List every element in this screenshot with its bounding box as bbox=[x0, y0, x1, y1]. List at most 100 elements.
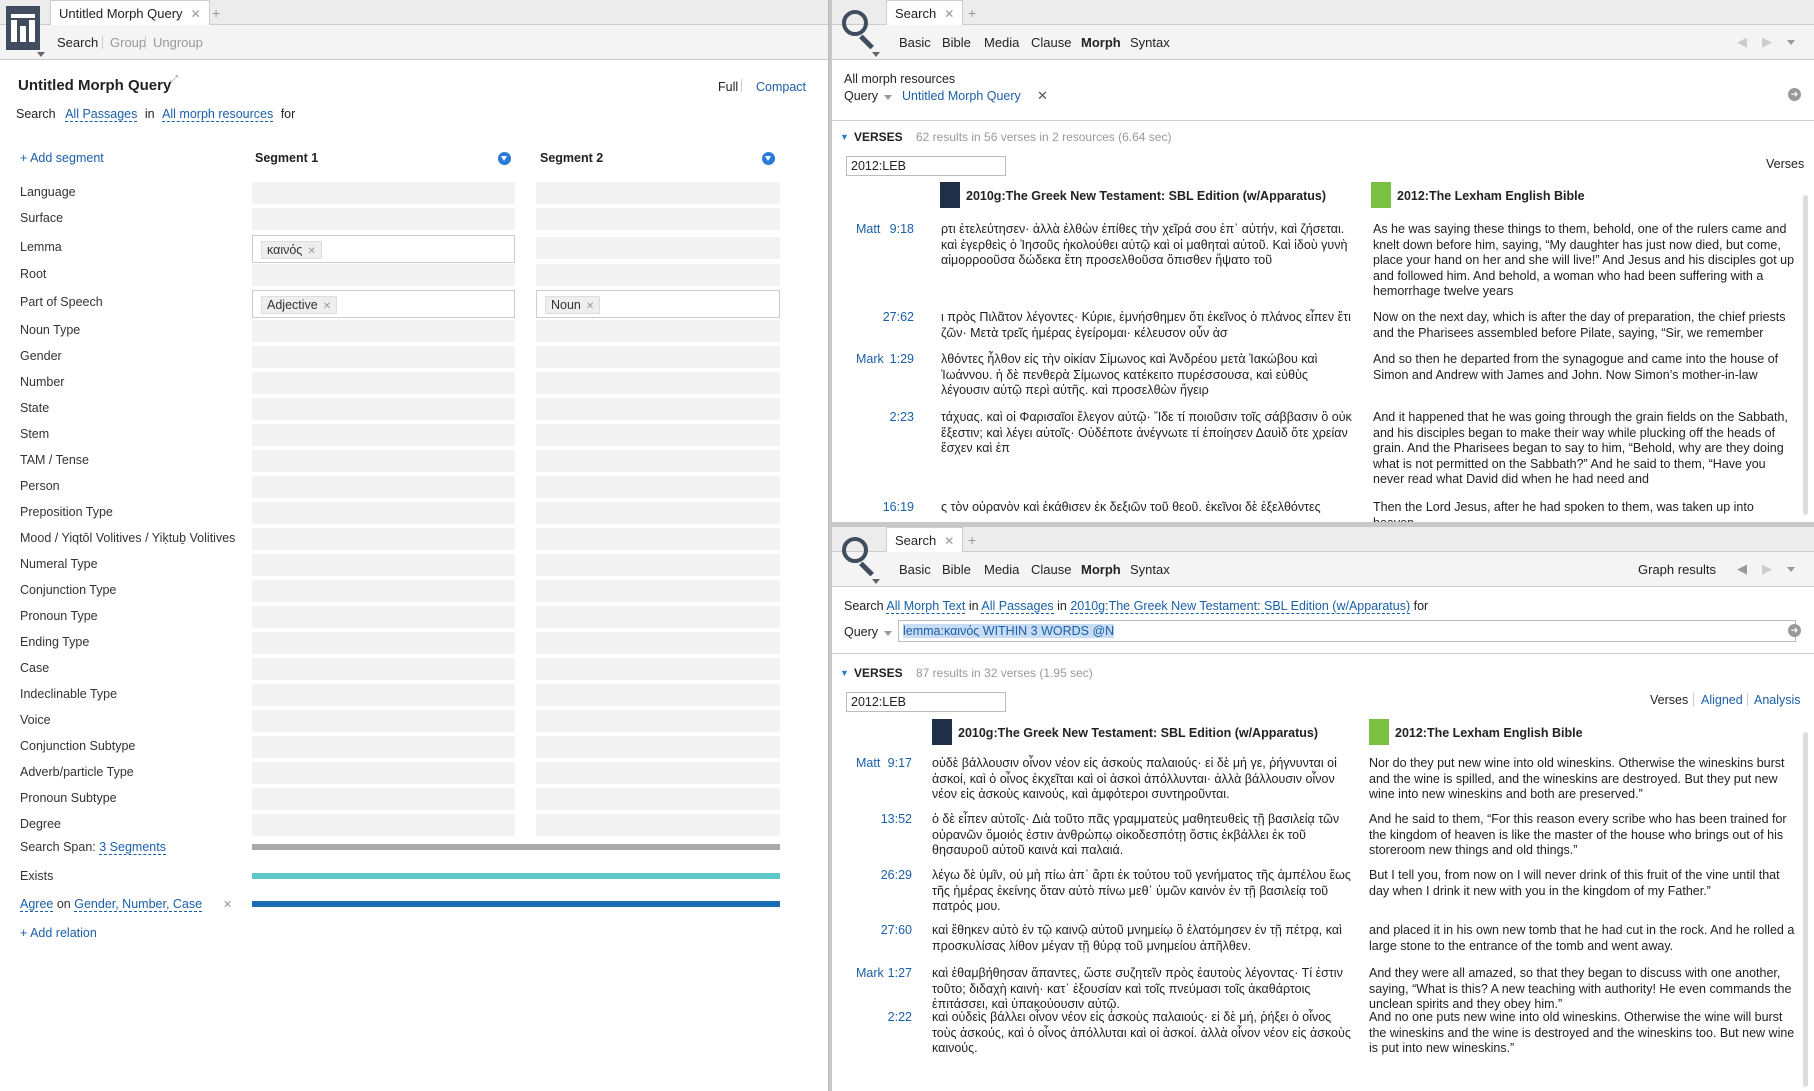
new-tab-icon[interactable]: + bbox=[968, 5, 976, 21]
segment-1-field[interactable] bbox=[252, 606, 515, 628]
verse-ref-link[interactable]: 1:29 bbox=[890, 352, 914, 366]
english-verse-text[interactable]: And he said to them, “For this reason ev… bbox=[1369, 812, 1799, 859]
close-icon[interactable]: ✕ bbox=[944, 534, 954, 548]
chevron-down-icon[interactable] bbox=[37, 52, 45, 57]
search-icon[interactable] bbox=[840, 6, 880, 54]
segment-2-menu-icon[interactable] bbox=[762, 152, 775, 165]
remove-chip-icon[interactable]: ✕ bbox=[307, 246, 315, 257]
segment-1-field[interactable] bbox=[252, 658, 515, 680]
greek-verse-text[interactable]: ι πρὸς Πιλᾶτον λέγοντες· Κύριε, ἐμνήσθημ… bbox=[941, 310, 1356, 341]
view-verses[interactable]: Verses bbox=[1650, 693, 1688, 707]
verse-ref-link[interactable]: 27:62 bbox=[883, 310, 914, 324]
verse-ref-link[interactable]: 13:52 bbox=[881, 812, 912, 826]
passages-link[interactable]: All Passages bbox=[65, 107, 138, 122]
clear-query-icon[interactable]: ✕ bbox=[1037, 88, 1048, 104]
english-verse-text[interactable]: Nor do they put new wine into old winesk… bbox=[1369, 756, 1799, 803]
verse-ref-link[interactable]: 9:18 bbox=[890, 222, 914, 236]
segment-2-field[interactable] bbox=[536, 788, 780, 810]
tab-search[interactable]: Search ✕ bbox=[886, 0, 964, 26]
resource-link[interactable]: 2010g:The Greek New Testament: SBL Editi… bbox=[1070, 599, 1411, 614]
nav-bible[interactable]: Bible bbox=[942, 35, 971, 50]
english-verse-text[interactable]: Now on the next day, which is after the … bbox=[1373, 310, 1798, 341]
view-aligned[interactable]: Aligned bbox=[1701, 693, 1743, 707]
english-verse-text[interactable]: And no one puts new wine into old winesk… bbox=[1369, 1010, 1799, 1057]
criterion-chip[interactable]: Noun ✕ bbox=[545, 296, 601, 314]
nav-syntax[interactable]: Syntax bbox=[1130, 562, 1170, 577]
book-link[interactable]: Mark bbox=[856, 352, 884, 366]
toolbar-search[interactable]: Search bbox=[57, 35, 98, 50]
segment-2-field[interactable] bbox=[536, 424, 780, 446]
segment-2-field[interactable] bbox=[536, 372, 780, 394]
app-logo-icon[interactable] bbox=[6, 6, 40, 50]
agree-link[interactable]: Agree bbox=[20, 897, 54, 912]
search-icon[interactable] bbox=[840, 533, 880, 581]
graph-results-button[interactable]: Graph results bbox=[1638, 562, 1716, 577]
segment-2-field[interactable] bbox=[536, 580, 780, 602]
go-arrow-icon[interactable]: ➜ bbox=[1788, 88, 1801, 101]
agree-bar[interactable] bbox=[252, 901, 780, 907]
greek-column-header[interactable]: 2010g:The Greek New Testament: SBL Editi… bbox=[958, 726, 1318, 740]
nav-basic[interactable]: Basic bbox=[899, 562, 931, 577]
verse-ref-link[interactable]: 2:22 bbox=[888, 1010, 912, 1024]
segment-1-field[interactable] bbox=[252, 264, 515, 286]
chevron-down-icon[interactable] bbox=[1787, 40, 1795, 45]
criterion-chip[interactable]: καινός ✕ bbox=[261, 241, 322, 259]
chevron-down-icon[interactable] bbox=[884, 95, 892, 100]
segment-1-field[interactable] bbox=[252, 346, 515, 368]
verse-ref-link[interactable]: 26:29 bbox=[881, 868, 912, 882]
search-span-bar[interactable] bbox=[252, 844, 780, 850]
segment-1-field[interactable]: καινός ✕ bbox=[252, 235, 515, 263]
greek-verse-text[interactable]: καὶ ἐθαμβήθησαν ἅπαντες, ὥστε συζητεῖν π… bbox=[932, 966, 1354, 1013]
segment-2-field[interactable] bbox=[536, 320, 780, 342]
scrollbar[interactable] bbox=[1803, 732, 1808, 1087]
english-verse-text[interactable]: Then the Lord Jesus, after he had spoken… bbox=[1373, 500, 1798, 522]
query-value[interactable]: Untitled Morph Query bbox=[902, 89, 1021, 103]
greek-verse-text[interactable]: ρτι ἐτελεύτησεν· ἀλλὰ ἐλθὼν ἐπίθες τὴν χ… bbox=[941, 222, 1356, 269]
english-verse-text[interactable]: And so then he departed from the synagog… bbox=[1373, 352, 1798, 383]
remove-chip-icon[interactable]: ✕ bbox=[323, 301, 331, 312]
segment-2-field[interactable] bbox=[536, 684, 780, 706]
nav-clause[interactable]: Clause bbox=[1031, 562, 1071, 577]
segment-1-field[interactable] bbox=[252, 632, 515, 654]
new-tab-icon[interactable]: + bbox=[212, 5, 220, 21]
verse-ref-link[interactable]: 2:23 bbox=[890, 410, 914, 424]
greek-verse-text[interactable]: λθόντες ἦλθον εἰς τὴν οἰκίαν Σίμωνος καὶ… bbox=[941, 352, 1356, 399]
english-verse-text[interactable]: and placed it in his own new tomb that h… bbox=[1369, 923, 1799, 954]
greek-verse-text[interactable]: καὶ οὐδεὶς βάλλει οἶνον νέον εἰς ἀσκοὺς … bbox=[932, 1010, 1354, 1057]
forward-arrow-icon[interactable]: ▶ bbox=[1762, 34, 1772, 50]
segment-1-field[interactable] bbox=[252, 736, 515, 758]
book-link[interactable]: Matt bbox=[856, 756, 880, 770]
segment-1-menu-icon[interactable] bbox=[498, 152, 511, 165]
segment-2-field[interactable] bbox=[536, 554, 780, 576]
close-icon[interactable]: ✕ bbox=[944, 7, 954, 21]
forward-arrow-icon[interactable]: ▶ bbox=[1762, 561, 1772, 577]
segment-2-field[interactable] bbox=[536, 632, 780, 654]
chevron-down-icon[interactable] bbox=[1787, 567, 1795, 572]
verse-ref-link[interactable]: 27:60 bbox=[881, 923, 912, 937]
close-icon[interactable]: ✕ bbox=[191, 7, 201, 21]
view-full[interactable]: Full bbox=[718, 80, 738, 94]
segment-2-field[interactable] bbox=[536, 710, 780, 732]
search-span-value[interactable]: 3 Segments bbox=[99, 840, 166, 855]
scrollbar[interactable] bbox=[1803, 195, 1808, 515]
segment-1-field[interactable] bbox=[252, 182, 515, 204]
verse-ref-link[interactable]: 16:19 bbox=[883, 500, 914, 514]
back-arrow-icon[interactable]: ◀ bbox=[1737, 561, 1747, 577]
toolbar-ungroup[interactable]: Ungroup bbox=[153, 35, 203, 50]
segment-1-field[interactable] bbox=[252, 398, 515, 420]
verse-ref-link[interactable]: 9:17 bbox=[888, 756, 912, 770]
english-verse-text[interactable]: As he was saying these things to them, b… bbox=[1373, 222, 1798, 300]
segment-2-field[interactable] bbox=[536, 237, 780, 259]
segment-2-field[interactable] bbox=[536, 606, 780, 628]
collapse-triangle-icon[interactable]: ▼ bbox=[840, 668, 849, 678]
segment-2-field[interactable] bbox=[536, 264, 780, 286]
nav-bible[interactable]: Bible bbox=[942, 562, 971, 577]
segment-1-field[interactable] bbox=[252, 814, 515, 836]
nav-clause[interactable]: Clause bbox=[1031, 35, 1071, 50]
segment-1-field[interactable] bbox=[252, 528, 515, 550]
filter-input[interactable]: 2012:LEB bbox=[846, 692, 1006, 712]
segment-2-field[interactable] bbox=[536, 736, 780, 758]
book-link[interactable]: Matt bbox=[856, 222, 880, 236]
nav-basic[interactable]: Basic bbox=[899, 35, 931, 50]
english-verse-text[interactable]: And they were all amazed, so that they b… bbox=[1369, 966, 1799, 1013]
